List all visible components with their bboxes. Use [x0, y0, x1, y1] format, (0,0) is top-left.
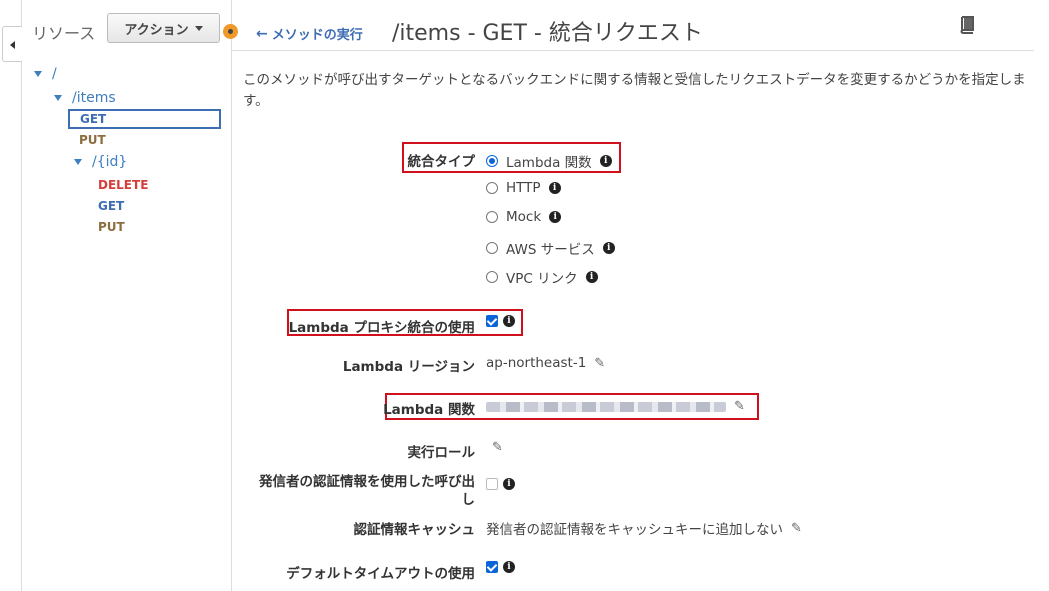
- title-divider: [232, 50, 1034, 51]
- info-icon[interactable]: i: [548, 182, 561, 194]
- region-field: ap-northeast-1 ✎: [486, 355, 605, 371]
- tree-items[interactable]: /items: [54, 90, 116, 106]
- timeout-field: i: [486, 561, 515, 573]
- option-lambda[interactable]: Lambda 関数 i: [486, 151, 612, 171]
- tree-id[interactable]: /{id}: [74, 154, 127, 170]
- function-name-redacted: [486, 401, 726, 412]
- page-title: /items - GET - 統合リクエスト: [392, 21, 703, 46]
- info-icon[interactable]: i: [503, 315, 515, 327]
- role-field: ✎: [492, 440, 503, 455]
- resources-sidebar: リソース アクション / /items GET PUT /{id} DELETE…: [22, 0, 238, 591]
- option-mock[interactable]: Mock i: [486, 209, 562, 225]
- region-label: Lambda リージョン: [342, 359, 475, 375]
- info-icon[interactable]: i: [503, 561, 515, 573]
- caller-credentials-label-line1: 発信者の認証情報を使用した呼び出: [259, 474, 475, 490]
- radio-http[interactable]: [486, 182, 498, 194]
- option-vpc-link[interactable]: VPC リンク i: [486, 267, 598, 287]
- method-id-put[interactable]: PUT: [98, 220, 125, 234]
- expand-triangle-icon: [34, 71, 42, 77]
- tree-id-label: /{id}: [92, 154, 128, 170]
- option-vpc-link-label: VPC リンク: [506, 271, 578, 287]
- method-items-get[interactable]: GET: [68, 109, 221, 129]
- tree-root[interactable]: /: [34, 66, 57, 82]
- actions-button[interactable]: アクション: [107, 13, 220, 43]
- caller-credentials-checkbox[interactable]: [486, 478, 498, 490]
- caller-credentials-label-line2: し: [461, 492, 476, 508]
- cache-value: 発信者の認証情報をキャッシュキーに追加しない: [486, 522, 783, 538]
- integration-type-label: 統合タイプ: [407, 154, 476, 170]
- collapse-sidebar-button[interactable]: [2, 26, 22, 62]
- tree-items-label: /items: [72, 90, 116, 106]
- option-aws-service-label: AWS サービス: [506, 242, 595, 258]
- region-value: ap-northeast-1: [486, 355, 587, 371]
- function-field: ✎: [486, 399, 745, 414]
- caller-credentials-field: i: [486, 478, 515, 490]
- book-icon[interactable]: [959, 16, 975, 34]
- method-id-delete[interactable]: DELETE: [98, 178, 148, 192]
- pencil-edit-icon[interactable]: ✎: [492, 440, 503, 455]
- info-icon[interactable]: i: [503, 478, 515, 490]
- main-panel: ← メソッドの実行 /items - GET - 統合リクエスト このメソッドが…: [232, 0, 1049, 591]
- radio-vpc-link[interactable]: [486, 271, 498, 283]
- tree-root-label: /: [52, 66, 57, 82]
- role-label: 実行ロール: [407, 445, 476, 461]
- description-text: このメソッドが呼び出すターゲットとなるバックエンドに関する情報と受信したリクエス…: [243, 72, 1026, 109]
- proxy-label: Lambda プロキシ統合の使用: [288, 320, 475, 336]
- resources-title: リソース: [32, 24, 96, 43]
- info-icon[interactable]: i: [549, 211, 562, 223]
- timeout-label: デフォルトタイムアウトの使用: [286, 566, 475, 582]
- option-aws-service[interactable]: AWS サービス i: [486, 238, 615, 258]
- pencil-edit-icon[interactable]: ✎: [594, 356, 605, 371]
- option-mock-label: Mock: [506, 209, 542, 225]
- pencil-edit-icon[interactable]: ✎: [734, 399, 745, 414]
- info-icon[interactable]: i: [599, 155, 612, 167]
- radio-aws-service[interactable]: [486, 242, 498, 254]
- chevron-down-icon: [194, 25, 203, 31]
- function-label: Lambda 関数: [383, 402, 475, 418]
- info-icon[interactable]: i: [602, 242, 615, 254]
- pencil-edit-icon[interactable]: ✎: [791, 521, 802, 536]
- back-link-label: メソッドの実行: [271, 28, 363, 43]
- cache-field: 発信者の認証情報をキャッシュキーに追加しない ✎: [486, 518, 802, 539]
- timeout-checkbox[interactable]: [486, 561, 498, 573]
- option-lambda-label: Lambda 関数: [506, 155, 592, 171]
- expand-triangle-icon: [74, 159, 82, 165]
- arrow-left-icon: ←: [256, 25, 268, 42]
- back-to-method-execution-link[interactable]: ← メソッドの実行: [256, 24, 363, 44]
- left-strip: [0, 0, 22, 591]
- actions-label: アクション: [124, 22, 189, 38]
- option-http-label: HTTP: [506, 180, 541, 196]
- proxy-field: i: [486, 315, 515, 327]
- option-http[interactable]: HTTP i: [486, 180, 561, 196]
- method-items-put[interactable]: PUT: [79, 133, 106, 147]
- caller-credentials-label: 発信者の認証情報を使用した呼び出 し: [259, 473, 475, 509]
- radio-mock[interactable]: [486, 211, 498, 223]
- info-icon[interactable]: i: [585, 271, 598, 283]
- method-id-get[interactable]: GET: [98, 199, 124, 213]
- expand-triangle-icon: [54, 95, 62, 101]
- radio-lambda[interactable]: [486, 155, 498, 167]
- proxy-checkbox[interactable]: [486, 315, 498, 327]
- cache-label: 認証情報キャッシュ: [353, 522, 476, 538]
